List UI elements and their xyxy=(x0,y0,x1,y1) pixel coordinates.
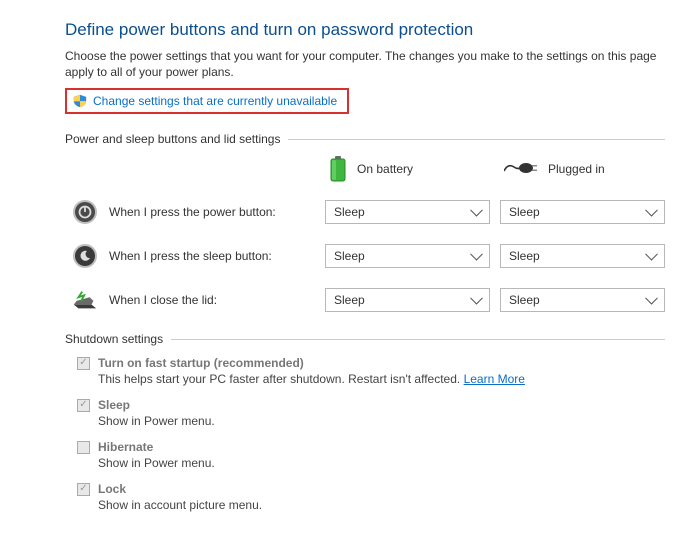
lid-row-label: When I close the lid: xyxy=(65,286,315,314)
on-battery-label: On battery xyxy=(357,162,413,176)
sleep-button-battery-select[interactable]: Sleep xyxy=(325,244,490,268)
lock-desc: Show in account picture menu. xyxy=(98,498,665,512)
plugged-in-column-header: Plugged in xyxy=(500,161,665,177)
hibernate-checkbox[interactable]: ✓ xyxy=(77,441,90,454)
sleep-button-row-label: When I press the sleep button: xyxy=(65,242,315,270)
lock-checkbox[interactable]: ✓ xyxy=(77,483,90,496)
uac-shield-icon xyxy=(73,94,87,108)
sleep-checkbox[interactable]: ✓ xyxy=(77,399,90,412)
plug-icon xyxy=(504,161,538,177)
divider xyxy=(171,339,665,340)
fast-startup-name: Turn on fast startup (recommended) xyxy=(98,356,304,370)
page-title: Define power buttons and turn on passwor… xyxy=(65,20,665,40)
power-sleep-lid-group: Power and sleep buttons and lid settings… xyxy=(65,132,665,314)
power-button-row-label: When I press the power button: xyxy=(65,198,315,226)
fast-startup-item: ✓ Turn on fast startup (recommended) Thi… xyxy=(77,356,665,386)
fast-startup-desc: This helps start your PC faster after sh… xyxy=(98,372,665,386)
hibernate-desc: Show in Power menu. xyxy=(98,456,665,470)
lock-name: Lock xyxy=(98,482,126,496)
lid-close-icon xyxy=(71,286,99,314)
group2-heading: Shutdown settings xyxy=(65,332,163,346)
learn-more-link[interactable]: Learn More xyxy=(464,372,525,386)
divider xyxy=(288,139,665,140)
power-button-icon xyxy=(71,198,99,226)
sleep-button-plugged-select[interactable]: Sleep xyxy=(500,244,665,268)
page-subtitle: Choose the power settings that you want … xyxy=(65,48,665,80)
on-battery-column-header: On battery xyxy=(325,156,490,182)
sleep-button-label: When I press the sleep button: xyxy=(109,249,272,263)
power-button-battery-select[interactable]: Sleep xyxy=(325,200,490,224)
power-options-page: Define power buttons and turn on passwor… xyxy=(0,0,700,534)
plugged-in-label: Plugged in xyxy=(548,162,605,176)
hibernate-name: Hibernate xyxy=(98,440,153,454)
lid-plugged-select[interactable]: Sleep xyxy=(500,288,665,312)
power-button-plugged-select[interactable]: Sleep xyxy=(500,200,665,224)
battery-icon xyxy=(329,156,347,182)
lock-item: ✓ Lock Show in account picture menu. xyxy=(77,482,665,512)
fast-startup-checkbox[interactable]: ✓ xyxy=(77,357,90,370)
shutdown-settings-group: Shutdown settings ✓ Turn on fast startup… xyxy=(65,332,665,512)
group1-heading: Power and sleep buttons and lid settings xyxy=(65,132,280,146)
sleep-desc: Show in Power menu. xyxy=(98,414,665,428)
sleep-item: ✓ Sleep Show in Power menu. xyxy=(77,398,665,428)
hibernate-item: ✓ Hibernate Show in Power menu. xyxy=(77,440,665,470)
change-settings-highlight: Change settings that are currently unava… xyxy=(65,88,349,114)
lid-battery-select[interactable]: Sleep xyxy=(325,288,490,312)
lid-label: When I close the lid: xyxy=(109,293,217,307)
sleep-button-icon xyxy=(71,242,99,270)
power-button-label: When I press the power button: xyxy=(109,205,276,219)
sleep-name: Sleep xyxy=(98,398,130,412)
change-settings-link[interactable]: Change settings that are currently unava… xyxy=(93,94,337,108)
